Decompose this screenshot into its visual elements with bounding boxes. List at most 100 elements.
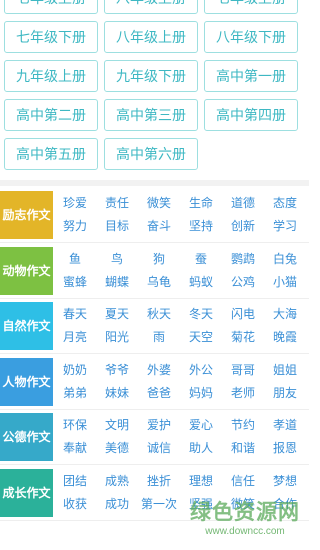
grade-book-button[interactable]: 高中第三册 xyxy=(104,99,198,131)
topic-tag[interactable]: 雨 xyxy=(138,327,180,347)
topic-tag[interactable]: 外公 xyxy=(180,360,222,380)
topic-tag[interactable]: 坚持 xyxy=(180,216,222,236)
topic-tag[interactable]: 珍爱 xyxy=(54,193,96,213)
topic-tag[interactable]: 奶奶 xyxy=(54,360,96,380)
topic-tag[interactable]: 闪电 xyxy=(222,304,264,324)
category-row: 动物作文鱼鸟狗蚕鹦鹉 白兔蜜蜂 蝴蝶 乌龟 蚂蚁 公鸡 小猫 xyxy=(0,245,309,299)
topic-tag[interactable]: 创新 xyxy=(222,216,264,236)
topic-tag[interactable]: 环保 xyxy=(54,415,96,435)
topic-tag[interactable]: 文明 xyxy=(96,415,138,435)
topic-tag[interactable]: 鸟 xyxy=(96,249,138,269)
topic-tag[interactable]: 外婆 xyxy=(138,360,180,380)
grade-book-button[interactable]: 八年级下册 xyxy=(204,21,298,53)
topic-tag[interactable]: 蜜蜂 xyxy=(54,272,96,292)
topic-tag[interactable]: 微笑 xyxy=(222,494,264,514)
topic-tag[interactable]: 爸爸 xyxy=(138,383,180,403)
topic-tag[interactable]: 春天 xyxy=(54,304,96,324)
topic-tag[interactable]: 老师 xyxy=(222,383,264,403)
topic-tag[interactable]: 白兔 xyxy=(264,249,306,269)
topic-tag[interactable]: 理想 xyxy=(180,471,222,491)
topic-tag[interactable]: 冬天 xyxy=(180,304,222,324)
grade-book-button[interactable]: 高中第二册 xyxy=(4,99,98,131)
topic-tag[interactable]: 蚕 xyxy=(180,249,222,269)
grade-book-button[interactable]: 八年级上册 xyxy=(104,0,198,14)
category-label[interactable]: 自然作文 xyxy=(0,302,53,350)
topic-tag[interactable]: 成功 xyxy=(96,494,138,514)
topic-tag[interactable]: 鹦鹉 xyxy=(222,249,264,269)
topic-tag[interactable]: 大海 xyxy=(264,304,306,324)
topic-tag[interactable]: 公鸡 xyxy=(222,272,264,292)
topic-tag[interactable]: 小猫 xyxy=(264,272,306,292)
topic-tag[interactable]: 爱心 xyxy=(180,415,222,435)
row-divider xyxy=(0,519,309,521)
category-label[interactable]: 成长作文 xyxy=(0,468,53,517)
grade-row: 高中第五册 高中第六册 xyxy=(0,138,309,170)
grade-book-button[interactable]: 七年级下册 xyxy=(4,21,98,53)
grade-book-button[interactable]: 高中第四册 xyxy=(204,99,298,131)
topic-tag[interactable]: 助人 xyxy=(180,438,222,458)
topic-tag[interactable]: 奋斗 xyxy=(138,216,180,236)
topic-tag[interactable]: 爱护 xyxy=(138,415,180,435)
topic-tag[interactable]: 奉献 xyxy=(54,438,96,458)
topic-tag[interactable]: 爷爷 xyxy=(96,360,138,380)
topic-tag[interactable]: 报恩 xyxy=(264,438,306,458)
topic-tag[interactable]: 诚信 xyxy=(138,438,180,458)
topic-tag[interactable]: 第一次 xyxy=(138,494,180,514)
topic-tag[interactable]: 节约 xyxy=(222,415,264,435)
topic-tag[interactable]: 狗 xyxy=(138,249,180,269)
category-label[interactable]: 公德作文 xyxy=(0,413,53,461)
topic-tag[interactable]: 妈妈 xyxy=(180,383,222,403)
topic-tag[interactable]: 阳光 xyxy=(96,327,138,347)
category-row: 公德作文 环保 文明 爱护 爱心 节约 孝道奉献 美德 诚信 助人 和谐 报恩 xyxy=(0,411,309,465)
topic-tag[interactable]: 天空 xyxy=(180,327,222,347)
topic-tag[interactable]: 生命 xyxy=(180,193,222,213)
category-label[interactable]: 人物作文 xyxy=(0,357,53,406)
category-row: 励志作文 珍爱 责任 微笑 生命 道德 态度努力 目标 奋斗 坚持 创新 学习 xyxy=(0,189,309,243)
grade-book-button[interactable]: 七年级上册 xyxy=(204,0,298,14)
topic-tag[interactable]: 夏天 xyxy=(96,304,138,324)
topic-tag[interactable]: 梦想 xyxy=(264,471,306,491)
grade-row: 高中第二册 高中第三册 高中第四册 xyxy=(0,99,309,131)
topic-tag[interactable]: 鱼 xyxy=(54,249,96,269)
topic-tag[interactable]: 和谐 xyxy=(222,438,264,458)
topic-tag[interactable]: 妹妹 xyxy=(96,383,138,403)
grade-book-button[interactable]: 高中第一册 xyxy=(204,60,298,92)
topic-tag[interactable]: 蝴蝶 xyxy=(96,272,138,292)
topic-tag[interactable]: 收获 xyxy=(54,494,96,514)
topic-tag[interactable]: 乌龟 xyxy=(138,272,180,292)
topic-tag[interactable]: 晚霞 xyxy=(264,327,306,347)
topic-tag[interactable]: 孝道 xyxy=(264,415,306,435)
topic-tag[interactable]: 秋天 xyxy=(138,304,180,324)
topic-tag[interactable]: 合作 xyxy=(264,494,306,514)
topic-tag[interactable]: 态度 xyxy=(264,193,306,213)
topic-tag[interactable]: 挫折 xyxy=(138,471,180,491)
watermark-url: www.downcc.com xyxy=(205,526,285,537)
topic-tag[interactable]: 信任 xyxy=(222,471,264,491)
topic-tag[interactable]: 学习 xyxy=(264,216,306,236)
grade-book-button[interactable]: 九年级下册 xyxy=(104,60,198,92)
topic-tag[interactable]: 菊花 xyxy=(222,327,264,347)
topic-tag[interactable]: 哥哥 xyxy=(222,360,264,380)
topic-tag[interactable]: 努力 xyxy=(54,216,96,236)
topic-tag[interactable]: 目标 xyxy=(96,216,138,236)
topic-tag[interactable]: 朋友 xyxy=(264,383,306,403)
topic-tag[interactable]: 姐姐 xyxy=(264,360,306,380)
topic-tag[interactable]: 责任 xyxy=(96,193,138,213)
topic-tag[interactable]: 微笑 xyxy=(138,193,180,213)
grade-book-button[interactable]: 高中第六册 xyxy=(104,138,198,170)
topic-tag[interactable]: 成熟 xyxy=(96,471,138,491)
topic-tag[interactable]: 美德 xyxy=(96,438,138,458)
grade-book-button[interactable]: 高中第五册 xyxy=(4,138,98,170)
grade-book-button[interactable]: 八年级上册 xyxy=(104,21,198,53)
topic-tag[interactable]: 团结 xyxy=(54,471,96,491)
topic-tag[interactable]: 道德 xyxy=(222,193,264,213)
category-label[interactable]: 动物作文 xyxy=(0,246,53,295)
topic-tag[interactable]: 蚂蚁 xyxy=(180,272,222,292)
category-label[interactable]: 励志作文 xyxy=(0,191,53,239)
grade-book-button[interactable]: 七年级上册 xyxy=(4,0,98,14)
grade-book-button[interactable]: 九年级上册 xyxy=(4,60,98,92)
row-divider xyxy=(0,242,309,243)
topic-tag[interactable]: 坚强 xyxy=(180,494,222,514)
topic-tag[interactable]: 月亮 xyxy=(54,327,96,347)
topic-tag[interactable]: 弟弟 xyxy=(54,383,96,403)
